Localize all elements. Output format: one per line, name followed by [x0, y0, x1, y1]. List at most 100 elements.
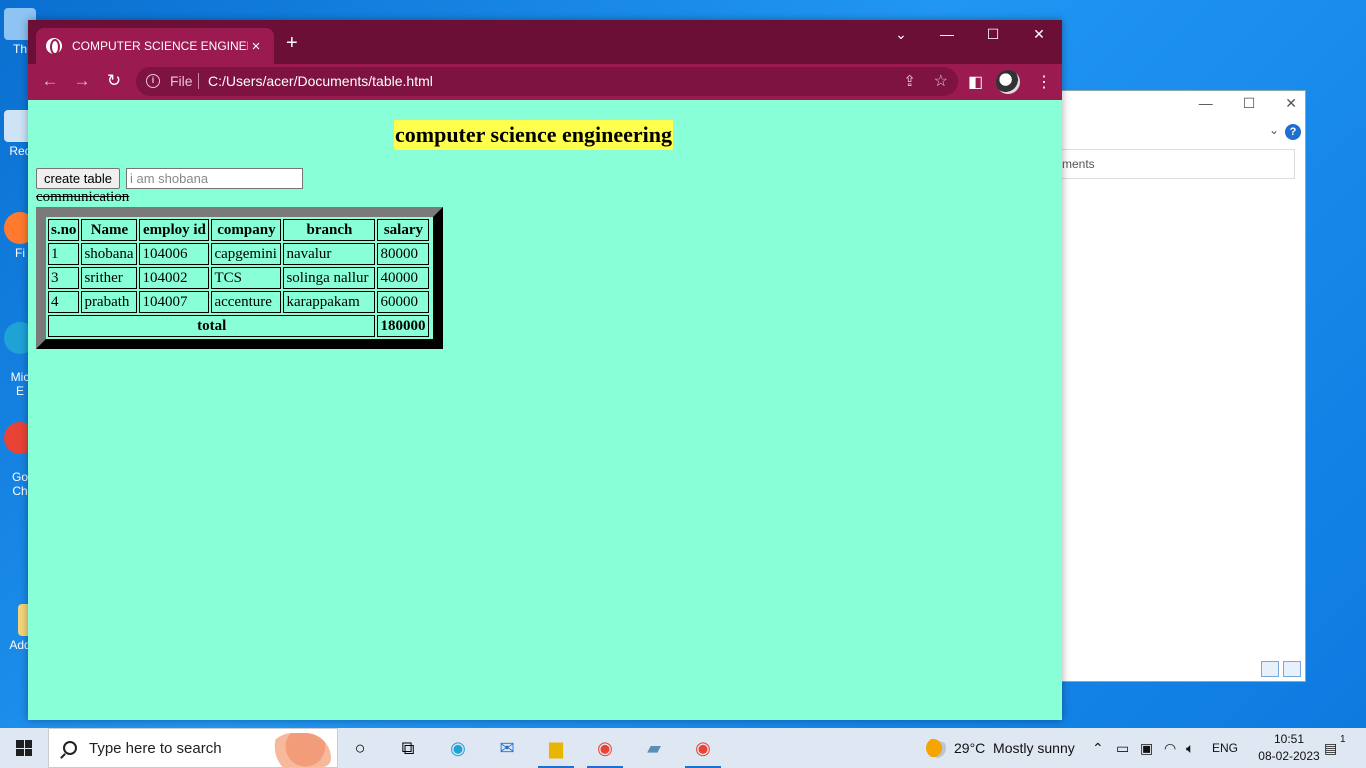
meet-icon[interactable]: ▭ [1116, 728, 1129, 768]
info-icon[interactable]: i [146, 74, 160, 88]
wifi-icon[interactable]: ◠ [1164, 728, 1176, 768]
address-bar[interactable]: i File C:/Users/acer/Documents/table.htm… [136, 67, 958, 96]
desktop-icon-label: Mic E [10, 370, 30, 398]
volume-icon[interactable]: 🔈︎ [1186, 728, 1194, 768]
help-icon[interactable]: ? [1285, 124, 1301, 140]
browser-window: COMPUTER SCIENCE ENGINEERING × + ⌄ — ☐ ✕… [28, 20, 1062, 720]
chrome-taskbar-icon[interactable]: ◉ [587, 734, 623, 768]
table-cell: TCS [211, 267, 282, 289]
mail-icon[interactable]: ✉ [493, 734, 521, 762]
create-table-button[interactable]: create table [36, 168, 120, 189]
chrome-profile-taskbar-icon[interactable]: ◉ [685, 734, 721, 768]
globe-icon [46, 38, 62, 55]
clock[interactable]: 10:51 08-02-2023 [1254, 731, 1324, 765]
column-header: company [211, 219, 282, 241]
start-button[interactable] [0, 728, 48, 768]
page-content: computer science engineering create tabl… [28, 100, 1062, 720]
column-header: employ id [139, 219, 210, 241]
desktop-icon-label: Go Ch [11, 470, 28, 498]
close-button[interactable]: ✕ [1024, 26, 1054, 43]
edge-taskbar-icon[interactable]: ◉ [444, 734, 472, 762]
table-cell: karappakam [283, 291, 376, 313]
table-cell: 104007 [139, 291, 210, 313]
file-explorer-window: — ☐ ✕ ⌄ ? ments [1040, 90, 1306, 682]
share-icon[interactable]: ⇪ [903, 72, 916, 90]
name-input[interactable] [126, 168, 303, 189]
table-cell: 104006 [139, 243, 210, 265]
back-arrow-icon[interactable]: ← [39, 71, 61, 91]
desktop-icon-label: Th [12, 42, 27, 56]
close-icon[interactable]: ✕ [1285, 95, 1297, 112]
column-header: Name [81, 219, 138, 241]
browser-toolbar: ← → ↻ i File C:/Users/acer/Documents/tab… [28, 64, 1062, 100]
tab-close-icon[interactable]: × [248, 38, 264, 55]
desktop-icon-label: Fi [15, 246, 25, 260]
page-heading: computer science engineering [394, 120, 673, 150]
table-cell: 3 [48, 267, 80, 289]
taskbar: Type here to search ○ ⧉ ◉ ✉ ▆ ◉ ▰ ◉ 29°C… [0, 728, 1366, 768]
tab-search-icon[interactable]: ⌄ [886, 26, 916, 43]
table-cell: srither [81, 267, 138, 289]
employee-table: s.no Name employ id company branch salar… [46, 217, 431, 339]
cortana-icon[interactable]: ○ [346, 734, 374, 762]
maximize-button[interactable]: ☐ [978, 26, 1008, 43]
table-cell: 80000 [377, 243, 430, 265]
url-separator [198, 73, 199, 89]
explorer-address-bar[interactable]: ments [1061, 149, 1295, 179]
large-icons-view-icon[interactable] [1283, 661, 1301, 677]
clock-date: 08-02-2023 [1258, 749, 1320, 763]
language-indicator[interactable]: ENG [1212, 728, 1238, 768]
tab-title: COMPUTER SCIENCE ENGINEERING [72, 39, 248, 53]
notification-icon[interactable]: ▤ [1324, 728, 1337, 768]
clock-time: 10:51 [1273, 732, 1305, 746]
table-cell: 4 [48, 291, 80, 313]
weather-text: 29°C Mostly sunny [954, 740, 1075, 756]
taskbar-search-box[interactable]: Type here to search [48, 728, 338, 768]
table-row: 1 shobana 104006 capgemini navalur 80000 [48, 243, 430, 265]
browser-titlebar: COMPUTER SCIENCE ENGINEERING × + ⌄ — ☐ ✕ [28, 20, 1062, 64]
table-total-row: total 180000 [48, 315, 430, 337]
table-cell: capgemini [211, 243, 282, 265]
display-icon[interactable]: ▣ [1140, 728, 1153, 768]
total-value: 180000 [377, 315, 430, 337]
chevron-up-icon[interactable]: ⌃ [1092, 728, 1104, 768]
forward-arrow-icon[interactable]: → [71, 71, 93, 91]
table-cell: accenture [211, 291, 282, 313]
weather-widget[interactable]: 29°C Mostly sunny [926, 728, 1075, 768]
table-cell: 1 [48, 243, 80, 265]
explorer-window-controls: — ☐ ✕ [1199, 95, 1297, 112]
new-tab-button[interactable]: + [286, 33, 298, 53]
minimize-button[interactable]: — [932, 26, 962, 42]
column-header: branch [283, 219, 376, 241]
menu-kebab-icon[interactable]: ⋮ [1036, 72, 1052, 92]
table-cell: shobana [81, 243, 138, 265]
weather-icon [926, 738, 946, 758]
table-row: 4 prabath 104007 accenture karappakam 60… [48, 291, 430, 313]
search-icon [63, 741, 77, 755]
table-cell: solinga nallur [283, 267, 376, 289]
table-cell: 40000 [377, 267, 430, 289]
table-cell: 104002 [139, 267, 210, 289]
notification-count: 1 [1340, 734, 1346, 745]
employee-table-frame: s.no Name employ id company branch salar… [36, 207, 443, 349]
windows-logo-icon [16, 740, 32, 756]
minimize-icon[interactable]: — [1199, 95, 1213, 112]
explorer-view-toggles [1261, 661, 1301, 677]
reload-icon[interactable]: ↻ [103, 71, 125, 91]
file-explorer-icon[interactable]: ▆ [538, 734, 574, 768]
notepad-icon[interactable]: ▰ [640, 734, 668, 762]
details-view-icon[interactable] [1261, 661, 1279, 677]
bookmark-star-icon[interactable]: ☆ [934, 71, 948, 91]
total-label: total [48, 315, 376, 337]
browser-tab[interactable]: COMPUTER SCIENCE ENGINEERING × [36, 28, 274, 64]
table-header-row: s.no Name employ id company branch salar… [48, 219, 430, 241]
column-header: salary [377, 219, 430, 241]
table-cell: navalur [283, 243, 376, 265]
side-panel-icon[interactable]: ◧ [968, 72, 983, 92]
search-placeholder: Type here to search [89, 739, 222, 757]
task-view-icon[interactable]: ⧉ [394, 734, 422, 762]
profile-avatar[interactable] [996, 70, 1020, 94]
chevron-down-icon[interactable]: ⌄ [1269, 123, 1279, 137]
url-text[interactable]: C:/Users/acer/Documents/table.html [208, 73, 433, 89]
maximize-icon[interactable]: ☐ [1243, 95, 1256, 112]
